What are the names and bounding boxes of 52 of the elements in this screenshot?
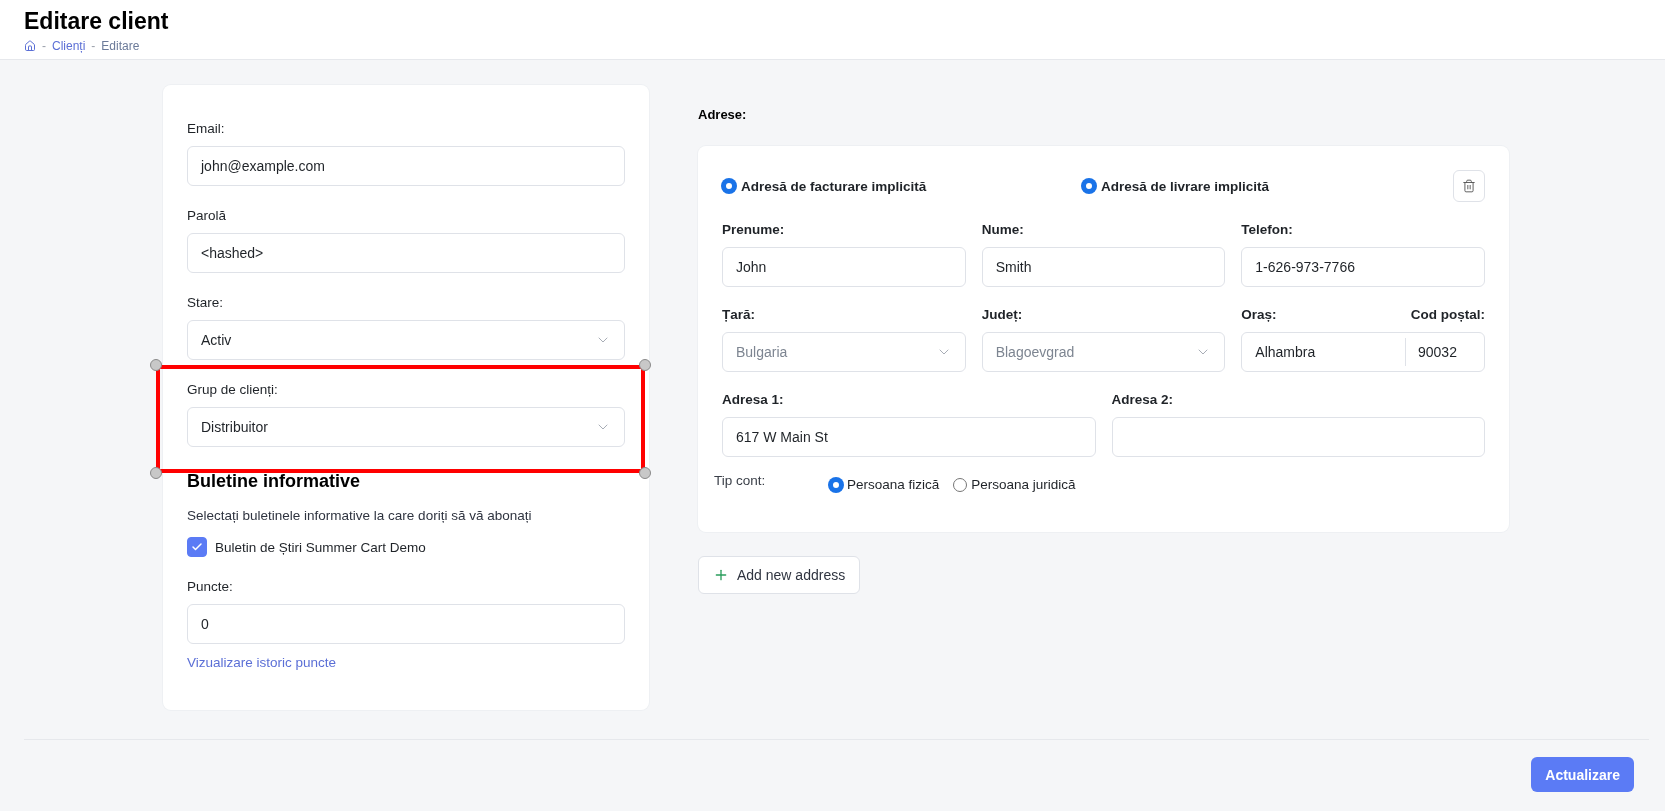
- field-label: Telefon:: [1241, 222, 1294, 237]
- delete-button[interactable]: [1453, 170, 1485, 202]
- select-field[interactable]: Activ: [187, 320, 625, 360]
- page-title: Editare client: [24, 8, 170, 35]
- update-button[interactable]: Actualizare: [1531, 757, 1634, 792]
- radio-button[interactable]: [722, 179, 736, 193]
- field-label: Cod poștal:: [1410, 307, 1485, 322]
- input-field[interactable]: 1-626-973-7766: [1241, 247, 1485, 287]
- field-label: Puncte:: [187, 579, 234, 594]
- input-field[interactable]: Smith: [981, 247, 1226, 287]
- section-title: Buletine informative: [187, 471, 362, 492]
- input-field[interactable]: 617 W Main St: [722, 417, 1096, 457]
- home-icon[interactable]: [24, 40, 36, 52]
- radio-label: Adresă de facturare implicită: [741, 178, 927, 194]
- field-label: Parolă: [187, 208, 228, 223]
- trash-icon: [1462, 179, 1476, 193]
- field-label: Prenume:: [722, 222, 786, 237]
- field-label: Grup de clienți:: [187, 382, 279, 397]
- input-field[interactable]: John: [722, 247, 966, 287]
- radio-button[interactable]: [829, 477, 843, 492]
- select-field[interactable]: Distribuitor: [187, 407, 625, 447]
- plus-icon: [713, 567, 729, 583]
- input-field[interactable]: [1111, 417, 1485, 457]
- field-label: Județ:: [981, 307, 1024, 322]
- check-icon: [191, 541, 203, 553]
- breadcrumb-separator: -: [42, 39, 46, 53]
- field-label: Stare:: [187, 295, 225, 310]
- radio-label: Persoana juridică: [971, 477, 1076, 492]
- field-label: Țară:: [722, 307, 756, 322]
- radio-button[interactable]: [1082, 179, 1096, 193]
- section-title: Adrese:: [698, 107, 748, 122]
- field-label: Adresa 2:: [1111, 392, 1175, 407]
- breadcrumb-link[interactable]: Clienți: [52, 39, 86, 53]
- field-label: Tip cont:: [714, 473, 767, 488]
- radio-button[interactable]: [953, 477, 968, 492]
- field-label: Nume:: [981, 222, 1025, 237]
- checkbox[interactable]: [187, 537, 207, 557]
- add-address-button[interactable]: Add new address: [698, 556, 861, 594]
- input-field[interactable]: 0: [187, 604, 625, 644]
- input-field[interactable]: john@example.com: [187, 146, 625, 186]
- description-text: Selectați buletinele informative la care doriți să vă abonați: [187, 508, 533, 523]
- field-label: Adresa 1:: [722, 392, 785, 407]
- breadcrumb-separator: -: [91, 39, 96, 53]
- radio-label: Adresă de livrare implicită: [1101, 178, 1270, 194]
- radio-label: Persoana fizică: [847, 477, 940, 492]
- field-label: Oraș:: [1241, 307, 1277, 322]
- field-label: Email:: [187, 121, 226, 136]
- history-link[interactable]: Vizualizare istoric puncte: [187, 655, 625, 670]
- checkbox-label: Buletin de Știri Summer Cart Demo: [215, 539, 426, 555]
- input-field[interactable]: Alhambra 90032: [1241, 332, 1485, 372]
- breadcrumb-link[interactable]: Editare: [101, 39, 140, 53]
- input-field[interactable]: <hashed>: [187, 233, 625, 273]
